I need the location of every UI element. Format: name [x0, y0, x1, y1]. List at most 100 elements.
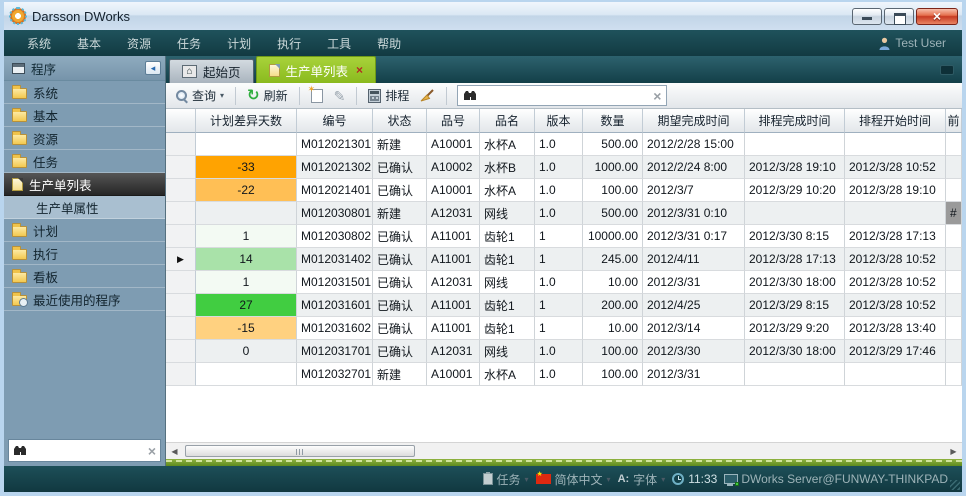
cell-extra[interactable]	[946, 317, 962, 340]
cell-sched_start[interactable]	[845, 133, 946, 156]
cell-item_no[interactable]: A11001	[427, 317, 480, 340]
cell-expected_finish[interactable]: 2012/4/25	[643, 294, 745, 317]
cell-sched_start[interactable]	[845, 363, 946, 386]
column-header-version[interactable]: 版本	[535, 109, 583, 133]
cell-extra[interactable]: #	[946, 202, 962, 225]
menu-item-6[interactable]: 工具	[314, 35, 364, 52]
horizontal-scrollbar[interactable]: ◀ ▶	[166, 442, 962, 459]
cell-qty[interactable]: 10.00	[583, 317, 643, 340]
column-header-expected_finish[interactable]: 期望完成时间	[643, 109, 745, 133]
cell-diff[interactable]: 1	[196, 225, 297, 248]
cell-version[interactable]: 1.0	[535, 340, 583, 363]
cell-diff[interactable]	[196, 133, 297, 156]
cell-sched_finish[interactable]: 2012/3/30 18:00	[745, 340, 845, 363]
cell-extra[interactable]	[946, 133, 962, 156]
cell-number[interactable]: M012031701	[297, 340, 373, 363]
cell-sched_start[interactable]	[845, 202, 946, 225]
sidebar-item-2[interactable]: 资源	[4, 127, 165, 150]
cell-number[interactable]: M012031602	[297, 317, 373, 340]
cell-item_name[interactable]: 网线	[480, 271, 535, 294]
table-row-8[interactable]: -15M012031602已确认A11001齿轮1110.002012/3/14…	[166, 317, 962, 340]
cell-extra[interactable]	[946, 156, 962, 179]
cell-qty[interactable]: 1000.00	[583, 156, 643, 179]
cell-status[interactable]: 新建	[373, 363, 427, 386]
cell-extra[interactable]	[946, 363, 962, 386]
cell-item_name[interactable]: 水杯A	[480, 363, 535, 386]
cell-expected_finish[interactable]: 2012/3/30	[643, 340, 745, 363]
cell-item_name[interactable]: 水杯B	[480, 156, 535, 179]
cell-diff[interactable]: 27	[196, 294, 297, 317]
cell-status[interactable]: 已确认	[373, 248, 427, 271]
sidebar-search-input[interactable]	[31, 444, 144, 458]
cell-expected_finish[interactable]: 2012/2/24 8:00	[643, 156, 745, 179]
maximize-button[interactable]	[884, 8, 914, 25]
cell-status[interactable]: 已确认	[373, 317, 427, 340]
sidebar-item-1[interactable]: 基本	[4, 104, 165, 127]
cell-number[interactable]: M012031501	[297, 271, 373, 294]
cell-sched_start[interactable]: 2012/3/28 10:52	[845, 271, 946, 294]
cell-diff[interactable]: 0	[196, 340, 297, 363]
cell-qty[interactable]: 245.00	[583, 248, 643, 271]
cell-expected_finish[interactable]: 2012/3/31 0:10	[643, 202, 745, 225]
cell-sched_start[interactable]: 2012/3/28 17:13	[845, 225, 946, 248]
menu-item-5[interactable]: 执行	[264, 35, 314, 52]
column-header-diff[interactable]: 计划差异天数	[196, 109, 297, 133]
cell-item_name[interactable]: 齿轮1	[480, 317, 535, 340]
cell-item_no[interactable]: A10001	[427, 363, 480, 386]
scrollbar-thumb[interactable]	[185, 445, 415, 457]
cell-number[interactable]: M012031601	[297, 294, 373, 317]
cell-status[interactable]: 已确认	[373, 294, 427, 317]
column-header-sched_finish[interactable]: 排程完成时间	[745, 109, 845, 133]
schedule-button[interactable]: 排程	[365, 85, 412, 106]
cell-item_name[interactable]: 水杯A	[480, 133, 535, 156]
cell-number[interactable]: M012021401	[297, 179, 373, 202]
table-row-4[interactable]: 1M012030802已确认A11001齿轮1110000.002012/3/3…	[166, 225, 962, 248]
cell-status[interactable]: 已确认	[373, 225, 427, 248]
cell-sched_finish[interactable]: 2012/3/30 8:15	[745, 225, 845, 248]
sidebar-item-8[interactable]: 看板	[4, 265, 165, 288]
cell-version[interactable]: 1.0	[535, 271, 583, 294]
cell-sched_start[interactable]: 2012/3/28 10:52	[845, 294, 946, 317]
sidebar-item-5[interactable]: 生产单属性	[4, 196, 165, 219]
cell-extra[interactable]	[946, 179, 962, 202]
cell-version[interactable]: 1.0	[535, 156, 583, 179]
cell-qty[interactable]: 500.00	[583, 133, 643, 156]
sidebar-item-3[interactable]: 任务	[4, 150, 165, 173]
table-row-2[interactable]: -22M012021401已确认A10001水杯A1.0100.002012/3…	[166, 179, 962, 202]
table-row-6[interactable]: 1M012031501已确认A12031网线1.010.002012/3/312…	[166, 271, 962, 294]
cell-status[interactable]: 已确认	[373, 156, 427, 179]
cell-sched_finish[interactable]	[745, 133, 845, 156]
cell-expected_finish[interactable]: 2012/3/14	[643, 317, 745, 340]
cell-sched_start[interactable]: 2012/3/29 17:46	[845, 340, 946, 363]
column-header-number[interactable]: 编号	[297, 109, 373, 133]
minimize-button[interactable]	[852, 8, 882, 25]
table-row-10[interactable]: M012032701新建A10001水杯A1.0100.002012/3/31	[166, 363, 962, 386]
column-header-extra[interactable]: 前	[946, 109, 962, 133]
cell-item_no[interactable]: A12031	[427, 202, 480, 225]
scroll-right-icon[interactable]: ▶	[945, 443, 962, 459]
user-indicator[interactable]: Test User	[879, 36, 952, 50]
cell-sched_finish[interactable]: 2012/3/30 18:00	[745, 271, 845, 294]
cell-diff[interactable]: 1	[196, 271, 297, 294]
status-font-dropdown[interactable]: A: 字体 ▾	[618, 471, 666, 488]
column-header-item_name[interactable]: 品名	[480, 109, 535, 133]
table-row-0[interactable]: M012021301新建A10001水杯A1.0500.002012/2/28 …	[166, 133, 962, 156]
cell-extra[interactable]	[946, 340, 962, 363]
cell-version[interactable]: 1.0	[535, 179, 583, 202]
cell-sched_start[interactable]: 2012/3/28 10:52	[845, 248, 946, 271]
cell-item_name[interactable]: 网线	[480, 202, 535, 225]
edit-button[interactable]: ✎	[331, 87, 349, 105]
scroll-left-icon[interactable]: ◀	[166, 443, 183, 459]
table-row-1[interactable]: -33M012021302已确认A10002水杯B1.01000.002012/…	[166, 156, 962, 179]
cell-expected_finish[interactable]: 2012/3/31	[643, 271, 745, 294]
cell-diff[interactable]: 14	[196, 248, 297, 271]
cell-number[interactable]: M012030802	[297, 225, 373, 248]
column-header-status[interactable]: 状态	[373, 109, 427, 133]
cell-status[interactable]: 新建	[373, 133, 427, 156]
column-header-item_no[interactable]: 品号	[427, 109, 480, 133]
sidebar-item-6[interactable]: 计划	[4, 219, 165, 242]
tab-production-order-list[interactable]: 生产单列表 ×	[256, 56, 377, 83]
cell-expected_finish[interactable]: 2012/3/31	[643, 363, 745, 386]
cell-extra[interactable]	[946, 248, 962, 271]
menu-item-3[interactable]: 任务	[164, 35, 214, 52]
